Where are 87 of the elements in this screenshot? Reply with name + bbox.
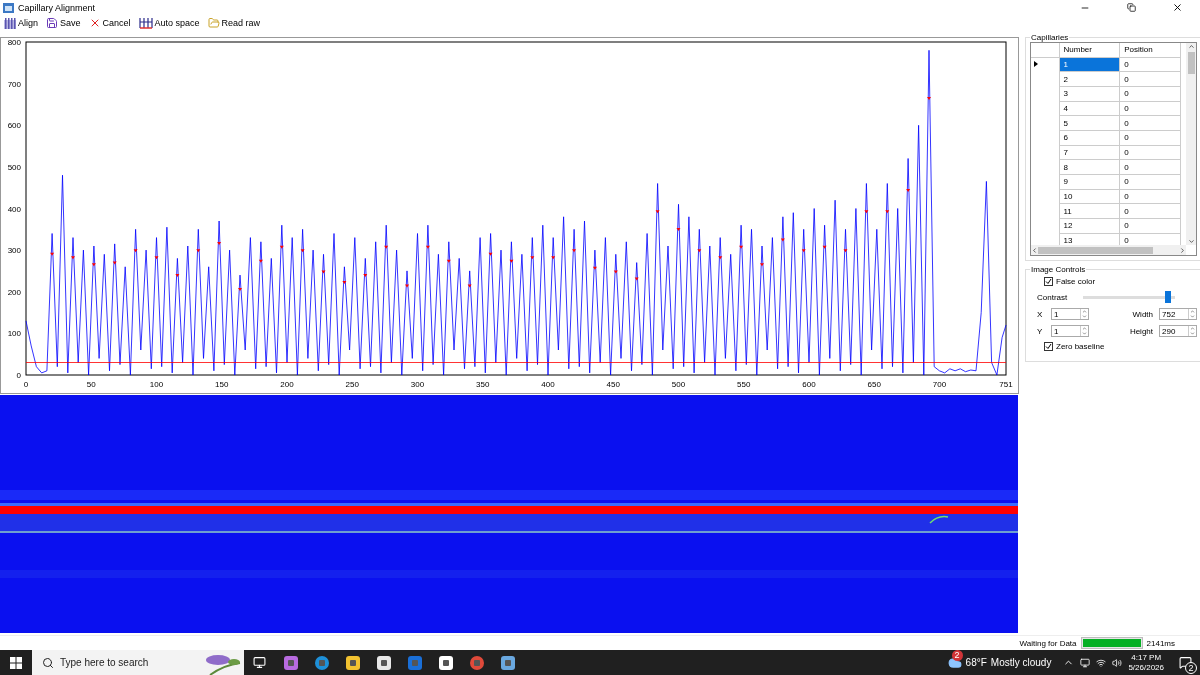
toolbar-button[interactable]: Read raw: [205, 15, 263, 31]
field-label: X: [1037, 309, 1044, 319]
x-tick-label: 650: [867, 380, 881, 389]
y-tick-label: 400: [7, 204, 21, 214]
x-tick-label: 751: [999, 380, 1013, 389]
chevron-left-icon: [1031, 246, 1038, 254]
x-tick-label: 500: [671, 380, 686, 389]
x-tick-label: 600: [802, 380, 816, 389]
x-tick-label: 100: [149, 380, 164, 389]
chevron-down-icon: [1187, 238, 1195, 245]
x-tick-label: 200: [280, 380, 294, 389]
x-tick-label: 450: [606, 380, 620, 389]
horizontal-scrollbar[interactable]: [1031, 245, 1186, 255]
checkmark-icon: [1045, 343, 1052, 350]
app-icon: [3, 2, 14, 13]
toolbar-button[interactable]: Cancel: [86, 15, 133, 31]
weather-badge: 2: [951, 649, 963, 661]
folder-icon: [207, 17, 220, 29]
spacing-icon: [138, 17, 153, 29]
scrollbar-thumb[interactable]: [1038, 246, 1153, 254]
app-icon: [468, 654, 485, 671]
checkbox[interactable]: [1044, 277, 1053, 286]
x-tick-label: 350: [476, 380, 490, 389]
scrollbar-thumb[interactable]: [1187, 52, 1195, 74]
y-tick-label: 300: [7, 246, 21, 256]
y-tick-label: 700: [7, 79, 21, 89]
checkbox-label: Zero baseline: [1056, 342, 1105, 351]
close-icon: [1171, 2, 1183, 13]
notifications-button[interactable]: 2: [1170, 650, 1200, 675]
number-field[interactable]: 752: [1159, 308, 1197, 320]
vertical-scrollbar[interactable]: [1186, 43, 1196, 245]
status-text: Waiting for Data: [1019, 638, 1077, 648]
clock[interactable]: 4:17 PM 5/26/2026: [1128, 652, 1164, 673]
monitor-icon: [253, 656, 266, 669]
y-tick-label: 0: [16, 371, 21, 380]
x-tick-label: 550: [737, 380, 751, 389]
toolbar-button[interactable]: Auto space: [136, 15, 202, 31]
app-icon: [313, 654, 330, 671]
number-field[interactable]: 290: [1159, 325, 1197, 337]
monitor-icon[interactable]: [1080, 657, 1091, 668]
chevron-up-icon: [1187, 43, 1195, 50]
restore-icon: [1126, 3, 1136, 12]
search-icon: [42, 656, 54, 669]
column-header[interactable]: Number: [1059, 43, 1120, 57]
y-tick-label: 200: [7, 287, 21, 297]
x-tick-label: 400: [541, 380, 555, 389]
group-title: Image Controls: [1030, 265, 1087, 274]
app-icon: [375, 654, 392, 671]
elapsed-time: 2141ms: [1146, 638, 1175, 648]
app-icon: [344, 654, 361, 671]
y-tick-label: 600: [7, 121, 21, 131]
group-title: Capillaries: [1030, 33, 1070, 42]
y-tick-label: 100: [7, 329, 21, 339]
wifi-icon[interactable]: [1096, 657, 1107, 668]
number-field[interactable]: 1: [1051, 308, 1089, 320]
window-title: Capillary Alignment: [18, 2, 96, 13]
slider-label: Contrast: [1037, 292, 1068, 302]
x-tick-label: 250: [345, 380, 359, 389]
notification-count: 2: [1185, 662, 1197, 674]
slider-thumb[interactable]: [1164, 291, 1171, 303]
windows-icon: [10, 656, 22, 669]
chevron-right-icon: [1179, 246, 1186, 254]
checkbox-label: False color: [1056, 277, 1096, 286]
x-tick-label: 0: [23, 380, 29, 389]
toolbar-button[interactable]: Align: [2, 15, 40, 31]
field-label: Y: [1037, 326, 1044, 336]
toolbar-button[interactable]: Save: [44, 15, 83, 31]
x-tick-label: 700: [932, 380, 947, 389]
app-icon: [406, 654, 423, 671]
x-tick-label: 150: [215, 380, 229, 389]
search-field[interactable]: Type here to search: [32, 650, 244, 675]
x-tick-label: 50: [86, 380, 96, 389]
volume-icon[interactable]: [1112, 657, 1123, 668]
checkmark-icon: [1045, 278, 1052, 285]
y-tick-label: 500: [7, 162, 21, 172]
field-label: Height: [1129, 326, 1153, 336]
number-field[interactable]: 1: [1051, 325, 1089, 337]
checkbox[interactable]: [1044, 342, 1053, 351]
app-icon: [282, 654, 299, 671]
app-icon: [499, 654, 516, 671]
field-label: Width: [1131, 309, 1153, 319]
app-icon: [437, 654, 454, 671]
save-icon: [46, 17, 58, 29]
x-tick-label: 300: [410, 380, 425, 389]
column-header[interactable]: Position: [1119, 43, 1181, 57]
columns-icon: [4, 17, 16, 29]
y-tick-label: 800: [7, 38, 21, 47]
